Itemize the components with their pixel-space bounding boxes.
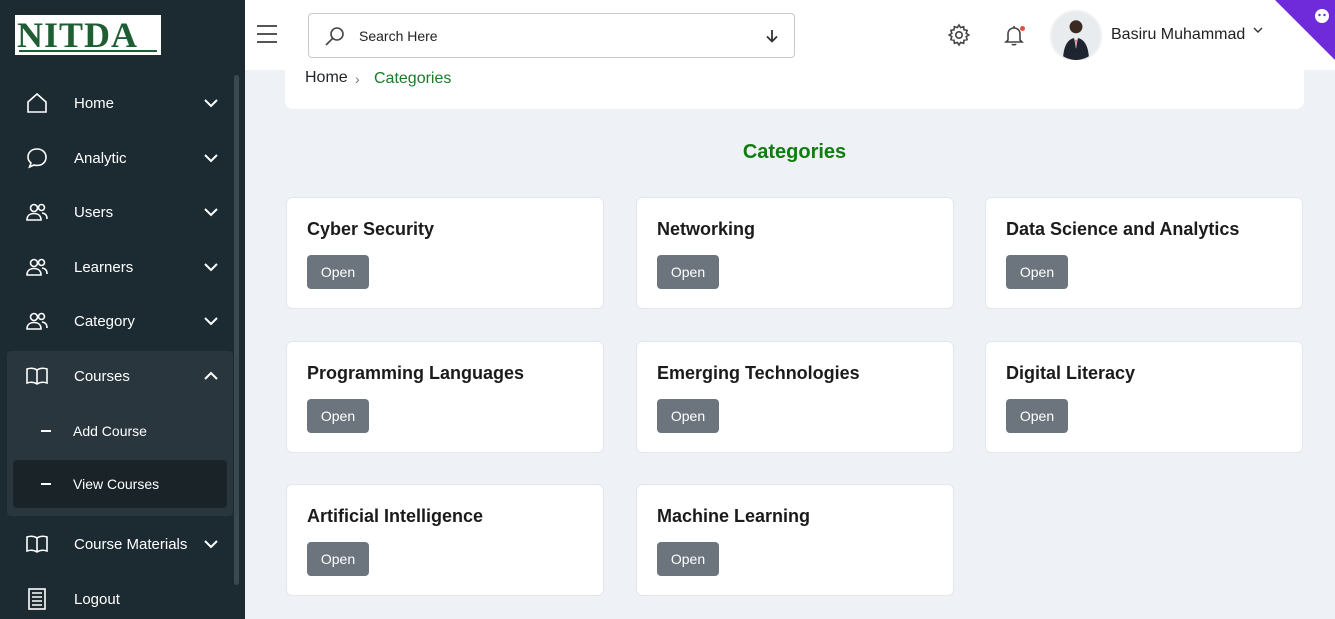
category-card: Digital Literacy Open	[985, 341, 1303, 453]
breadcrumb: Home › Categories	[285, 60, 1304, 109]
category-title: Machine Learning	[657, 506, 811, 526]
open-button[interactable]: Open	[657, 399, 719, 433]
category-card: Networking Open	[636, 197, 954, 309]
breadcrumb-current: Categories	[374, 70, 452, 87]
book-icon	[26, 367, 48, 385]
notification-dot	[1020, 26, 1025, 31]
user-avatar-icon	[1052, 12, 1100, 60]
sidebar-item-learners[interactable]: Learners	[7, 242, 233, 292]
users-icon	[26, 312, 48, 330]
category-card: Emerging Technologies Open	[636, 341, 954, 453]
sidebar-scrollbar[interactable]	[234, 75, 239, 585]
sidebar-item-courses[interactable]: Courses	[7, 351, 233, 401]
dash-icon	[41, 430, 51, 432]
arrow-down-icon[interactable]	[764, 28, 780, 44]
users-icon	[26, 258, 48, 276]
chevron-down-icon	[204, 99, 218, 108]
breadcrumb-separator: ›	[355, 71, 360, 87]
sidebar-item-label: Logout	[74, 590, 120, 608]
github-corner-icon[interactable]	[1275, 0, 1335, 60]
notifications-bell[interactable]	[1002, 23, 1026, 47]
avatar[interactable]	[1050, 10, 1102, 62]
chevron-down-icon	[204, 263, 218, 272]
open-button[interactable]: Open	[657, 542, 719, 576]
sidebar: NITDA Home Analytic Users Learners Categ…	[0, 0, 245, 619]
open-button[interactable]: Open	[307, 542, 369, 576]
chevron-down-icon	[204, 540, 218, 549]
breadcrumb-home-link[interactable]: Home	[305, 69, 348, 87]
category-title: Cyber Security	[307, 219, 435, 239]
search-box	[308, 13, 795, 58]
chat-bubble-icon	[27, 148, 47, 169]
sidebar-subitem-add-course[interactable]: Add Course	[13, 407, 227, 455]
sidebar-item-label: Home	[74, 94, 115, 112]
category-title: Programming Languages	[307, 363, 525, 383]
menu-toggle-icon[interactable]	[257, 25, 277, 43]
category-card: Artificial Intelligence Open	[286, 484, 604, 596]
chevron-down-icon	[204, 317, 218, 326]
user-name[interactable]: Basiru Muhammad	[1111, 26, 1245, 44]
chevron-up-icon	[204, 371, 218, 380]
sidebar-item-label: Courses	[74, 367, 130, 385]
dash-icon	[41, 483, 51, 485]
category-title: Emerging Technologies	[657, 363, 860, 383]
open-button[interactable]: Open	[307, 399, 369, 433]
open-button[interactable]: Open	[657, 255, 719, 289]
sidebar-item-home[interactable]: Home	[7, 78, 233, 128]
users-icon	[26, 203, 48, 221]
category-card: Machine Learning Open	[636, 484, 954, 596]
category-card: Programming Languages Open	[286, 341, 604, 453]
chevron-down-icon	[204, 154, 218, 163]
home-icon	[27, 92, 47, 113]
list-icon	[28, 588, 46, 610]
sidebar-item-label: Learners	[74, 258, 134, 276]
category-title: Artificial Intelligence	[307, 506, 484, 526]
category-card: Data Science and Analytics Open	[985, 197, 1303, 309]
book-icon	[26, 535, 48, 553]
sidebar-item-users[interactable]: Users	[7, 187, 233, 237]
sidebar-item-course-materials[interactable]: Course Materials	[7, 519, 233, 569]
logo-underline	[19, 50, 157, 52]
open-button[interactable]: Open	[307, 255, 369, 289]
logo-text: NITDA	[17, 15, 139, 55]
sidebar-item-label: Course Materials	[74, 535, 188, 553]
sidebar-item-category[interactable]: Category	[7, 296, 233, 346]
page-title: Categories	[742, 141, 847, 163]
nitda-logo[interactable]: NITDA	[14, 14, 162, 56]
search-input[interactable]	[359, 24, 739, 48]
courses-group: Courses Add Course View Courses	[7, 351, 233, 516]
open-button[interactable]: Open	[1006, 255, 1068, 289]
sidebar-item-label: Category	[74, 312, 135, 330]
sidebar-item-analytic[interactable]: Analytic	[7, 133, 233, 183]
chevron-down-icon[interactable]	[1252, 24, 1264, 36]
sidebar-item-label: Users	[74, 203, 114, 221]
open-button[interactable]: Open	[1006, 399, 1068, 433]
sidebar-item-logout[interactable]: Logout	[7, 574, 233, 619]
sidebar-subitem-label: View Courses	[73, 476, 160, 492]
category-title: Data Science and Analytics	[1006, 219, 1240, 239]
category-title: Networking	[657, 219, 756, 239]
search-icon[interactable]	[323, 25, 347, 49]
category-card: Cyber Security Open	[286, 197, 604, 309]
sidebar-item-label: Analytic	[74, 149, 127, 167]
sidebar-subitem-label: Add Course	[73, 423, 147, 439]
chevron-down-icon	[204, 208, 218, 217]
settings-gear-icon[interactable]	[947, 23, 971, 47]
sidebar-subitem-view-courses[interactable]: View Courses	[13, 460, 227, 508]
category-title: Digital Literacy	[1006, 363, 1136, 383]
